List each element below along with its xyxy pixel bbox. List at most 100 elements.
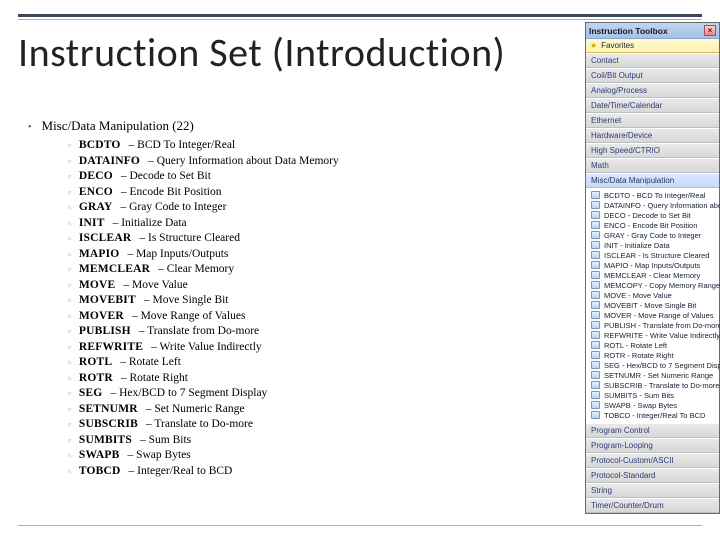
- bullet-level2: ▫: [68, 231, 71, 247]
- slide-body: • Misc/Data Manipulation (22) ▫ BCDTO BCD …: [28, 118, 528, 479]
- toolbox-item[interactable]: MAPIO - Map Inputs/Outputs: [591, 260, 716, 270]
- toolbox-item[interactable]: TOBCD - Integer/Real To BCD: [591, 410, 716, 420]
- bullet-level2: ▫: [68, 247, 71, 263]
- mnemonic: ENCO: [79, 185, 113, 201]
- toolbox-item-label: MEMCOPY - Copy Memory Range: [604, 281, 720, 290]
- toolbox-section[interactable]: String: [586, 483, 719, 498]
- toolbox-section[interactable]: Contact: [586, 53, 719, 68]
- toolbox-section[interactable]: Protocol-Custom/ASCII: [586, 453, 719, 468]
- mnemonic: MEMCLEAR: [79, 262, 150, 278]
- toolbox-section[interactable]: High Speed/CTRIO: [586, 143, 719, 158]
- toolbox-item[interactable]: SEG - Hex/BCD to 7 Segment Display: [591, 360, 716, 370]
- slide-title: Instruction Set (Introduction): [18, 28, 505, 77]
- description: Move Value: [123, 278, 187, 294]
- description: Rotate Left: [120, 355, 181, 371]
- toolbox-section[interactable]: Analog/Process: [586, 83, 719, 98]
- bullet-level2: ▫: [68, 293, 71, 309]
- toolbox-item[interactable]: ENCO - Encode Bit Position: [591, 220, 716, 230]
- description: Set Numeric Range: [146, 402, 245, 418]
- list-item: ▫MOVEBITMove Single Bit: [68, 293, 528, 309]
- toolbox-titlebar[interactable]: Instruction Toolbox ×: [586, 23, 719, 39]
- toolbox-section[interactable]: Protocol-Standard: [586, 468, 719, 483]
- toolbox-item-label: MOVER - Move Range of Values: [604, 311, 714, 320]
- toolbox-item-label: SUMBITS - Sum Bits: [604, 391, 674, 400]
- toolbox-item-label: ISCLEAR - Is Structure Cleared: [604, 251, 709, 260]
- toolbox-item-label: MOVEBIT - Move Single Bit: [604, 301, 696, 310]
- toolbox-section[interactable]: Hardware/Device: [586, 128, 719, 143]
- toolbox-section[interactable]: Coil/Bit Output: [586, 68, 719, 83]
- instruction-icon: [591, 281, 600, 289]
- toolbox-item[interactable]: MEMCOPY - Copy Memory Range: [591, 280, 716, 290]
- bullet-level2: ▫: [68, 417, 71, 433]
- toolbox-item[interactable]: BCDTO - BCD To Integer/Real: [591, 190, 716, 200]
- toolbox-section[interactable]: Date/Time/Calendar: [586, 98, 719, 113]
- list-item: ▫ SUBSCRIB Translate to Do-more: [68, 417, 528, 433]
- bullet-level2: ▫: [68, 433, 71, 449]
- list-item: ▫ROTLRotate Left: [68, 355, 528, 371]
- section-heading: Misc/Data Manipulation (22): [42, 118, 194, 134]
- list-item: ▫DATAINFOQuery Information about Data Me…: [68, 154, 528, 170]
- description: BCD To Integer/Real: [129, 138, 236, 154]
- toolbox-item[interactable]: SETNUMR - Set Numeric Range: [591, 370, 716, 380]
- toolbox-item[interactable]: MOVER - Move Range of Values: [591, 310, 716, 320]
- toolbox-item[interactable]: SWAPB - Swap Bytes: [591, 400, 716, 410]
- mnemonic: SUBSCRIB: [79, 417, 138, 433]
- mnemonic: REFWRITE: [79, 340, 143, 356]
- mnemonic: SWAPB: [79, 448, 120, 464]
- instruction-icon: [591, 211, 600, 219]
- bullet-level2: ▫: [68, 464, 71, 480]
- mnemonic: DECO: [79, 169, 113, 185]
- toolbox-item[interactable]: DECO - Decode to Set Bit: [591, 210, 716, 220]
- toolbox-section-active[interactable]: Misc/Data Manipulation: [586, 173, 719, 188]
- toolbox-section[interactable]: Math: [586, 158, 719, 173]
- toolbox-section[interactable]: Program Control: [586, 423, 719, 438]
- toolbox-item[interactable]: GRAY - Gray Code to Integer: [591, 230, 716, 240]
- toolbox-sections-bottom: Program ControlProgram-LoopingProtocol-C…: [586, 423, 719, 513]
- toolbox-item[interactable]: PUBLISH - Translate from Do-more: [591, 320, 716, 330]
- toolbox-section[interactable]: Program-Looping: [586, 438, 719, 453]
- mnemonic: INIT: [79, 216, 105, 232]
- description: Decode to Set Bit: [121, 169, 211, 185]
- favorites-label: Favorites: [601, 41, 634, 50]
- instruction-icon: [591, 291, 600, 299]
- close-icon[interactable]: ×: [704, 25, 716, 36]
- description: Translate to Do-more: [146, 417, 253, 433]
- toolbox-item-label: ROTL - Rotate Left: [604, 341, 667, 350]
- instruction-icon: [591, 341, 600, 349]
- toolbox-item[interactable]: ROTR - Rotate Right: [591, 350, 716, 360]
- mnemonic: GRAY: [79, 200, 113, 216]
- instruction-icon: [591, 241, 600, 249]
- mnemonic: ROTR: [79, 371, 113, 387]
- toolbox-item-label: SEG - Hex/BCD to 7 Segment Display: [604, 361, 720, 370]
- description: Initialize Data: [113, 216, 187, 232]
- toolbox-item[interactable]: INIT - Initialize Data: [591, 240, 716, 250]
- bullet-level2: ▫: [68, 355, 71, 371]
- toolbox-item[interactable]: MOVEBIT - Move Single Bit: [591, 300, 716, 310]
- instruction-icon: [591, 381, 600, 389]
- mnemonic: ISCLEAR: [79, 231, 132, 247]
- mnemonic: MOVER: [79, 309, 124, 325]
- toolbox-item[interactable]: SUBSCRIB - Translate to Do-more: [591, 380, 716, 390]
- instruction-icon: [591, 321, 600, 329]
- instruction-icon: [591, 391, 600, 399]
- instruction-icon: [591, 361, 600, 369]
- toolbox-item[interactable]: REFWRITE - Write Value Indirectly: [591, 330, 716, 340]
- description: Sum Bits: [140, 433, 191, 449]
- instruction-icon: [591, 231, 600, 239]
- toolbox-item[interactable]: MOVE - Move Value: [591, 290, 716, 300]
- toolbox-favorites[interactable]: ★ Favorites: [586, 39, 719, 53]
- toolbox-item-label: TOBCD - Integer/Real To BCD: [604, 411, 705, 420]
- toolbox-item-label: PUBLISH - Translate from Do-more: [604, 321, 720, 330]
- toolbox-item[interactable]: ROTL - Rotate Left: [591, 340, 716, 350]
- toolbox-section[interactable]: Timer/Counter/Drum: [586, 498, 719, 513]
- instruction-icon: [591, 311, 600, 319]
- toolbox-item[interactable]: DATAINFO - Query Information about Data …: [591, 200, 716, 210]
- toolbox-item[interactable]: SUMBITS - Sum Bits: [591, 390, 716, 400]
- section-heading-row: • Misc/Data Manipulation (22): [28, 118, 528, 135]
- bullet-level2: ▫: [68, 278, 71, 294]
- mnemonic: BCDTO: [79, 138, 121, 154]
- toolbox-item[interactable]: MEMCLEAR - Clear Memory: [591, 270, 716, 280]
- toolbox-section[interactable]: Ethernet: [586, 113, 719, 128]
- toolbox-item[interactable]: ISCLEAR - Is Structure Cleared: [591, 250, 716, 260]
- list-item: ▫TOBCDInteger/Real to BCD: [68, 464, 528, 480]
